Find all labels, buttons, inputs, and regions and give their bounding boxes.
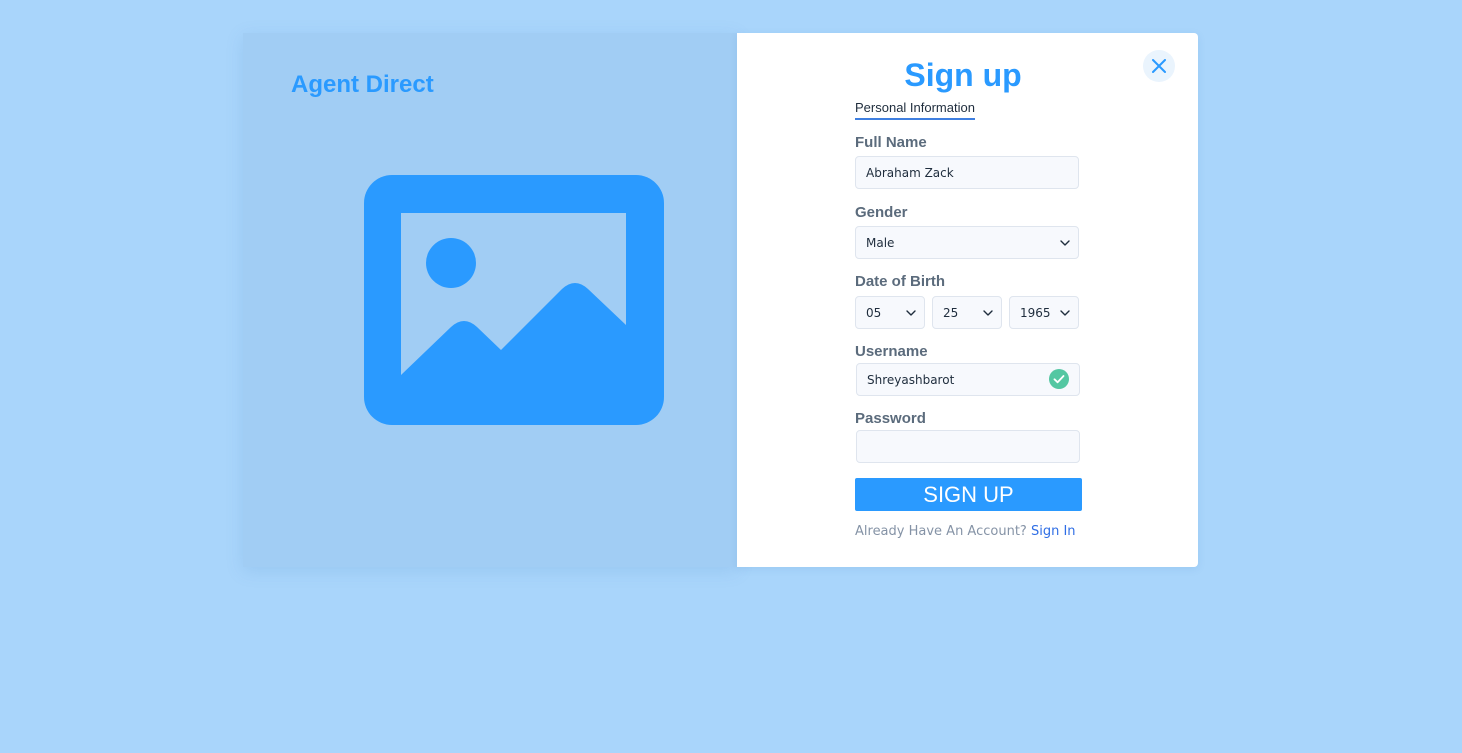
tab-personal-information[interactable]: Personal Information <box>855 100 975 120</box>
signin-link[interactable]: Sign In <box>1031 524 1076 539</box>
dob-year-select[interactable]: 1965 <box>1009 296 1079 329</box>
dob-month-select[interactable]: 05 <box>855 296 925 329</box>
left-panel: Agent Direct <box>243 33 737 567</box>
chevron-down-icon <box>1060 239 1070 246</box>
gender-selected-value: Male <box>866 235 895 250</box>
password-label: Password <box>855 410 926 427</box>
dob-day-select[interactable]: 25 <box>932 296 1002 329</box>
signup-button[interactable]: SIGN UP <box>855 478 1082 511</box>
full-name-input[interactable] <box>855 156 1079 189</box>
gender-label: Gender <box>855 204 908 221</box>
account-prompt-text: Already Have An Account? <box>855 524 1027 539</box>
check-circle-icon <box>1049 369 1069 389</box>
gender-select[interactable]: Male <box>855 226 1079 259</box>
dob-month-value: 05 <box>866 305 882 320</box>
image-placeholder-icon <box>364 175 664 425</box>
signin-prompt: Already Have An Account? Sign In <box>855 524 1076 539</box>
password-input[interactable] <box>856 430 1080 463</box>
username-label: Username <box>855 343 928 360</box>
dialog-title: Sign up <box>904 57 1022 93</box>
brand-title: Agent Direct <box>291 71 434 98</box>
chevron-down-icon <box>906 309 916 316</box>
dob-year-value: 1965 <box>1020 305 1051 320</box>
username-input[interactable] <box>856 363 1080 396</box>
signup-dialog: Sign up Personal Information Full Name G… <box>737 33 1198 567</box>
dob-label: Date of Birth <box>855 273 945 290</box>
chevron-down-icon <box>1060 309 1070 316</box>
chevron-down-icon <box>983 309 993 316</box>
dob-day-value: 25 <box>943 305 959 320</box>
full-name-label: Full Name <box>855 134 927 151</box>
